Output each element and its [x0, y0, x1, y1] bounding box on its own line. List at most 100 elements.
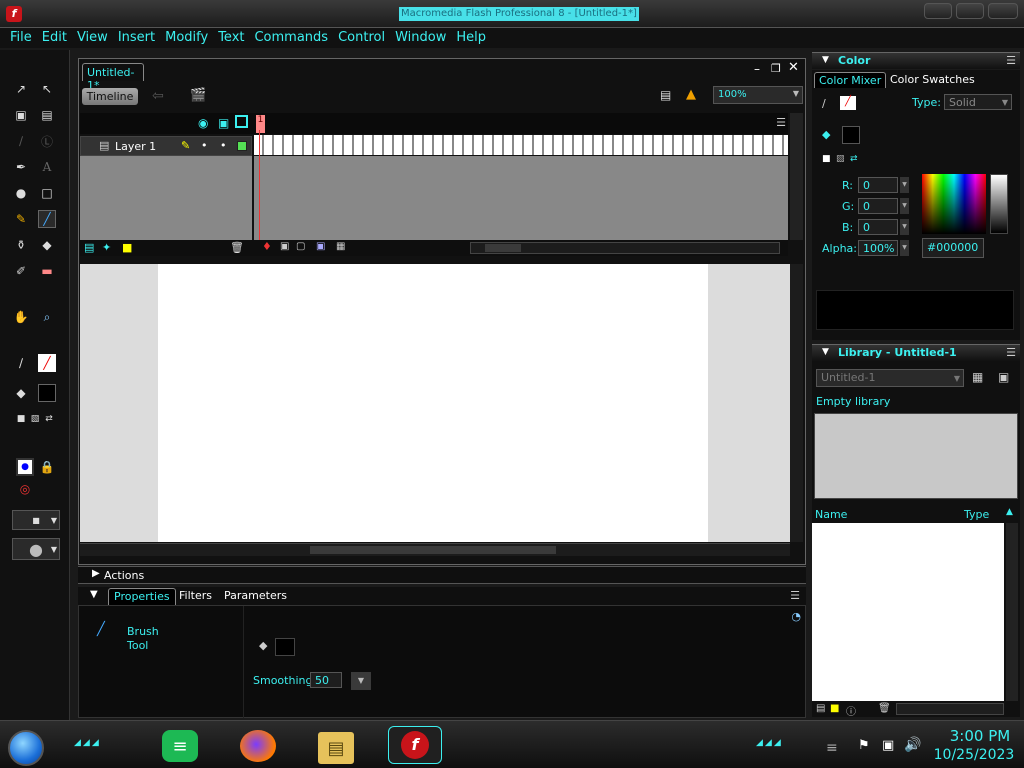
no-color-icon[interactable]: ▧ — [836, 154, 845, 164]
brightness-slider[interactable] — [990, 174, 1008, 234]
library-panel-header[interactable]: ▼ Library - Untitled-1 ☰ — [812, 344, 1020, 361]
sort-order-icon[interactable]: ▲ — [1006, 507, 1013, 517]
action-center-icon[interactable]: ⚑ — [858, 738, 870, 753]
file-explorer-icon[interactable]: ▤ — [318, 732, 354, 764]
clock-date[interactable]: 10/25/2023 — [928, 747, 1020, 763]
layer-color-swatch[interactable] — [237, 141, 247, 151]
gradient-transform-tool-icon[interactable]: ▤ — [38, 106, 56, 124]
center-frame-icon[interactable]: ♦ — [262, 240, 272, 253]
frames-strip[interactable] — [254, 135, 788, 155]
properties-icon[interactable]: ⓘ — [846, 703, 856, 718]
eraser-tool-icon[interactable]: ▬ — [38, 262, 56, 280]
b-input[interactable]: 0 — [858, 219, 898, 235]
timeline-menu-icon[interactable]: ☰ — [776, 116, 786, 129]
onion-outlines-icon[interactable]: ▢ — [296, 241, 305, 252]
firefox-icon[interactable] — [240, 730, 276, 762]
menu-edit[interactable]: Edit — [37, 28, 72, 48]
smoothing-input[interactable]: 50 — [310, 672, 342, 688]
maximize-button[interactable] — [956, 3, 984, 19]
network-icon[interactable]: ▣ — [882, 738, 894, 753]
add-motion-guide-icon[interactable]: ✦ — [102, 241, 111, 254]
scroll-thumb[interactable] — [485, 244, 521, 252]
library-menu-icon[interactable]: ☰ — [1006, 346, 1016, 359]
actions-panel-bar[interactable]: ▶ Actions — [78, 566, 806, 584]
delete-icon[interactable]: 🗑 — [878, 703, 891, 714]
doc-minimize-icon[interactable]: – — [754, 62, 760, 76]
edit-multiple-frames-icon[interactable]: ▣ — [316, 241, 325, 252]
lasso-tool-icon[interactable]: Ⓛ — [38, 132, 56, 150]
timeline-horizontal-scrollbar[interactable] — [470, 242, 780, 254]
stroke-color-swatch[interactable]: ╱ — [840, 96, 856, 110]
tab-color-swatches[interactable]: Color Swatches — [890, 73, 975, 86]
menu-insert[interactable]: Insert — [113, 28, 160, 48]
menu-view[interactable]: View — [72, 28, 113, 48]
notification-stack-icon[interactable]: ≡ — [826, 740, 838, 756]
eye-icon[interactable]: ◉ — [198, 116, 208, 130]
menu-control[interactable]: Control — [333, 28, 390, 48]
menu-commands[interactable]: Commands — [249, 28, 333, 48]
menu-help[interactable]: Help — [451, 28, 491, 48]
pen-tool-icon[interactable]: ✒ — [12, 158, 30, 176]
collapse-arrow-icon[interactable]: ▼ — [822, 347, 829, 357]
edit-scene-icon[interactable]: ▤ — [660, 88, 671, 102]
doc-restore-icon[interactable]: ❐ — [771, 62, 781, 75]
zoom-tool-icon[interactable]: ⌕ — [38, 308, 56, 326]
close-button[interactable] — [988, 3, 1018, 19]
layer-row[interactable]: ▤ Layer 1 ✎ • • — [80, 136, 252, 156]
collapse-arrow-icon[interactable]: ▼ — [822, 55, 829, 65]
tab-color-mixer[interactable]: Color Mixer — [814, 72, 887, 88]
swap-colors-icon[interactable]: ⇄ — [850, 154, 858, 164]
color-panel-header[interactable]: ▼ Color ☰ — [812, 52, 1020, 69]
hand-tool-icon[interactable]: ✋ — [12, 308, 30, 326]
stage-canvas[interactable] — [158, 264, 708, 542]
insert-folder-icon[interactable]: ■ — [122, 241, 132, 254]
b-spinner[interactable]: ▼ — [900, 219, 909, 235]
fill-color-swatch[interactable] — [275, 638, 295, 656]
expand-arrow-icon[interactable]: ▶ — [92, 568, 100, 579]
doc-close-icon[interactable]: ✕ — [788, 60, 799, 75]
back-arrow-icon[interactable]: ⇦ — [152, 88, 164, 104]
g-input[interactable]: 0 — [858, 198, 898, 214]
edit-symbols-icon[interactable]: ▲ — [686, 87, 696, 102]
lock-icon[interactable]: ▣ — [218, 116, 229, 130]
rectangle-tool-icon[interactable]: □ — [38, 184, 56, 202]
new-symbol-icon[interactable]: ▤ — [816, 703, 825, 714]
stage-horizontal-scrollbar[interactable] — [80, 543, 790, 556]
clock-time[interactable]: 3:00 PM — [940, 727, 1020, 745]
flash-app-icon[interactable]: f — [6, 6, 22, 22]
visibility-dot[interactable]: • — [201, 139, 208, 152]
subselection-tool-icon[interactable]: ↖ — [38, 80, 56, 98]
paint-bucket-tool-icon[interactable]: ◆ — [38, 236, 56, 254]
ink-bottle-tool-icon[interactable]: ⚱ — [12, 236, 30, 254]
brush-shape-select[interactable]: ● ▼ — [12, 538, 60, 560]
zoom-select[interactable]: 100% ▼ — [713, 86, 803, 104]
timeline-toggle-button[interactable]: Timeline — [82, 88, 138, 105]
tab-parameters[interactable]: Parameters — [224, 589, 287, 602]
library-horizontal-scrollbar[interactable] — [896, 703, 1004, 715]
r-spinner[interactable]: ▼ — [900, 177, 909, 193]
scroll-thumb[interactable] — [310, 546, 556, 554]
pin-library-icon[interactable]: ▦ — [972, 370, 983, 384]
smoothing-dropdown[interactable]: ▼ — [351, 672, 371, 690]
stage-vertical-scrollbar[interactable] — [790, 264, 803, 542]
oval-tool-icon[interactable]: ● — [12, 184, 30, 202]
menu-file[interactable]: File — [5, 28, 37, 48]
modify-markers-icon[interactable]: ▦ — [336, 241, 345, 252]
layer-name[interactable]: Layer 1 — [115, 140, 156, 153]
menu-window[interactable]: Window — [390, 28, 451, 48]
menu-text[interactable]: Text — [213, 28, 249, 48]
tab-properties[interactable]: Properties — [108, 588, 176, 605]
notes-app-icon[interactable]: ≡ — [162, 730, 198, 762]
timeline-vertical-scrollbar[interactable] — [790, 113, 803, 240]
delete-layer-icon[interactable]: 🗑 — [230, 241, 244, 254]
stroke-swatch-none[interactable]: ╱ — [38, 354, 56, 372]
library-list[interactable] — [812, 523, 1004, 701]
brush-tool-icon[interactable]: ╱ — [38, 210, 56, 228]
outline-icon[interactable] — [235, 115, 248, 128]
volume-icon[interactable]: 🔊 — [904, 737, 921, 753]
stroke-color-icon[interactable]: ∕ — [12, 354, 30, 372]
insert-layer-icon[interactable]: ▤ — [84, 241, 94, 254]
lock-dot[interactable]: • — [220, 139, 227, 152]
black-white-icon[interactable]: ■ — [822, 154, 831, 164]
column-type[interactable]: Type — [964, 508, 989, 521]
